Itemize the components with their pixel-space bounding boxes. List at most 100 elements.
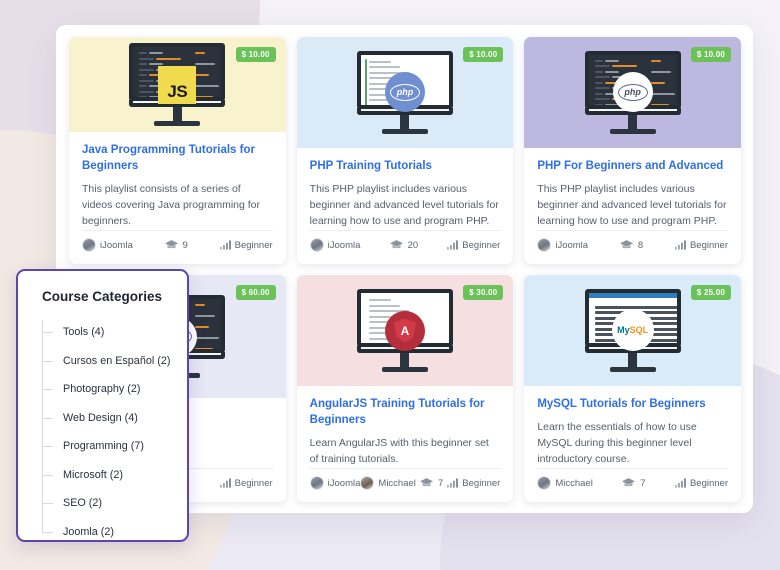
course-price-badge: $ 30.00 xyxy=(463,285,504,300)
course-level-label: Beginner xyxy=(462,239,501,251)
monitor-illustration: A xyxy=(356,289,453,373)
course-description: Learn the essentials of how to use MySQL… xyxy=(537,421,697,466)
course-categories-panel[interactable]: Course Categories Tools (4) Cursos en Esp… xyxy=(16,269,189,542)
course-lessons: 20 xyxy=(389,239,419,251)
course-price-badge: $ 10.00 xyxy=(690,47,731,62)
signal-bars-icon xyxy=(447,478,459,488)
course-meta: Micchael 7 Beginner xyxy=(537,468,728,497)
course-level: Beginner xyxy=(674,239,728,251)
monitor-illustration: JS xyxy=(129,43,226,127)
course-level: Beginner xyxy=(447,240,500,251)
course-title[interactable]: PHP Training Tutorials xyxy=(310,159,501,175)
avatar xyxy=(309,476,324,490)
signal-bars-icon xyxy=(219,240,231,250)
course-title[interactable]: PHP For Beginners and Advanced xyxy=(537,159,728,175)
course-price-badge: $ 60.00 xyxy=(235,285,276,300)
avatar xyxy=(82,238,96,252)
course-category-item[interactable]: Cursos en Español (2) xyxy=(42,347,187,376)
course-lessons-count: 8 xyxy=(637,239,644,251)
course-level-label: Beginner xyxy=(234,477,273,489)
course-thumbnail[interactable]: $ 10.00 php xyxy=(524,37,741,148)
course-meta: iJoomla 9 Beginner xyxy=(82,230,273,259)
course-lessons: 9 xyxy=(164,239,188,251)
javascript-logo-icon: JS xyxy=(158,65,197,104)
signal-bars-icon xyxy=(674,478,686,488)
course-card[interactable]: $ 30.00 A AngularJS Training Tutorials f… xyxy=(296,275,514,502)
course-lessons: 7 xyxy=(419,477,444,489)
course-card[interactable]: $ 10.00 php PHP For Beginners and Advanc… xyxy=(524,37,741,264)
course-price-badge: $ 25.00 xyxy=(690,285,731,300)
course-card[interactable]: $ 10.00 php PHP Training Tutorials This … xyxy=(296,37,514,264)
course-lessons-count: 7 xyxy=(640,477,646,489)
course-author[interactable]: iJoomla xyxy=(309,238,361,252)
course-categories-list: Tools (4) Cursos en Español (2) Photograph… xyxy=(18,318,187,546)
course-lessons-count: 20 xyxy=(407,239,419,251)
course-level: Beginner xyxy=(674,477,728,489)
course-category-item[interactable]: Photography (2) xyxy=(42,375,187,404)
course-category-item[interactable]: SEO (2) xyxy=(42,489,187,518)
course-author-name: iJoomla xyxy=(100,239,133,251)
course-meta: iJoomla 8 Beginner xyxy=(537,230,728,259)
course-category-item[interactable]: Tools (4) xyxy=(42,318,187,347)
signal-bars-icon xyxy=(219,478,231,488)
course-thumbnail[interactable]: $ 30.00 A xyxy=(296,275,514,387)
graduation-cap-icon xyxy=(619,240,633,249)
course-lessons-count: 9 xyxy=(182,239,188,251)
course-author-name: iJoomla xyxy=(327,239,361,251)
course-title[interactable]: Java Programming Tutorials for Beginners xyxy=(82,143,273,174)
course-level-label: Beginner xyxy=(462,477,501,489)
course-level: Beginner xyxy=(219,239,273,251)
course-category-item[interactable]: Microsoft (2) xyxy=(42,461,187,490)
course-author[interactable]: iJoomla xyxy=(537,238,588,252)
course-meta: iJoomla Micchael 7 Beginner xyxy=(309,468,501,497)
avatar xyxy=(309,238,324,252)
course-card[interactable]: $ 10.00 JS Java Programming Tutorials fo… xyxy=(69,37,286,264)
course-author-name: Micchael xyxy=(555,477,593,489)
course-category-item[interactable]: Joomla (2) xyxy=(42,518,187,547)
graduation-cap-icon xyxy=(622,478,636,487)
course-level-label: Beginner xyxy=(689,477,728,489)
course-lessons: 7 xyxy=(622,477,646,489)
course-lessons: 8 xyxy=(619,239,644,251)
avatar xyxy=(537,238,552,252)
course-category-item[interactable]: Web Design (4) xyxy=(42,404,187,433)
course-author[interactable]: iJoomla xyxy=(82,238,133,252)
course-author-name: iJoomla xyxy=(555,239,589,251)
course-thumbnail[interactable]: $ 25.00 MySQL xyxy=(524,275,741,386)
signal-bars-icon xyxy=(447,240,459,250)
angularjs-logo-icon: A xyxy=(384,310,425,351)
course-body: Java Programming Tutorials for Beginners… xyxy=(69,132,286,264)
php-logo-icon: php xyxy=(612,72,653,113)
course-lessons-count: 7 xyxy=(437,477,444,489)
course-description: This PHP playlist includes various begin… xyxy=(309,183,499,228)
course-price-badge: $ 10.00 xyxy=(235,47,276,62)
course-description: Learn AngularJS with this beginner set o… xyxy=(309,437,489,466)
mysql-logo-icon: MySQL xyxy=(611,309,654,352)
course-body: AngularJS Training Tutorials for Beginne… xyxy=(297,386,514,502)
course-title[interactable]: MySQL Tutorials for Beginners xyxy=(537,397,728,413)
course-author[interactable]: Micchael xyxy=(360,476,416,490)
course-price-badge: $ 10.00 xyxy=(463,47,504,62)
graduation-cap-icon xyxy=(164,240,178,249)
course-author-name: iJoomla xyxy=(327,477,361,489)
avatar xyxy=(360,476,375,490)
course-level-label: Beginner xyxy=(234,239,273,251)
avatar xyxy=(537,476,552,490)
course-author[interactable]: Micchael xyxy=(537,476,593,490)
course-body: PHP Training Tutorials This PHP playlist… xyxy=(297,148,514,264)
course-description: This PHP playlist includes various begin… xyxy=(537,183,727,228)
course-category-item[interactable]: Programming (7) xyxy=(42,432,187,461)
course-meta: iJoomla 20 Beginner xyxy=(309,230,501,259)
monitor-illustration: php xyxy=(356,50,453,134)
course-body: MySQL Tutorials for Beginners Learn the … xyxy=(524,386,741,502)
course-author[interactable]: iJoomla xyxy=(309,476,361,490)
php-logo-icon: php xyxy=(384,72,425,113)
monitor-illustration: php xyxy=(584,50,681,134)
signal-bars-icon xyxy=(674,240,686,250)
course-title[interactable]: AngularJS Training Tutorials for Beginne… xyxy=(310,397,501,428)
course-card[interactable]: $ 25.00 MySQL MySQL Tutorials for Beginn… xyxy=(524,275,741,502)
course-level-label: Beginner xyxy=(689,239,728,251)
course-level: Beginner xyxy=(447,478,500,489)
course-thumbnail[interactable]: $ 10.00 JS xyxy=(69,37,286,133)
course-thumbnail[interactable]: $ 10.00 php xyxy=(296,37,514,148)
